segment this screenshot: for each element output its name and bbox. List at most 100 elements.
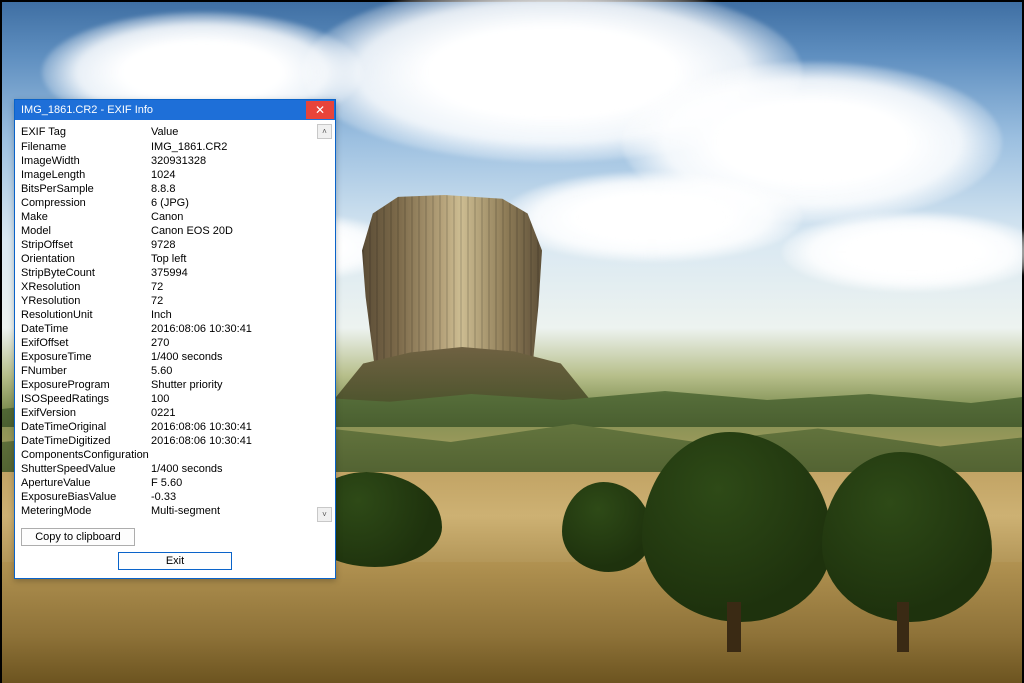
tree-trunk	[897, 602, 909, 652]
exif-value: Top left	[151, 252, 331, 266]
exif-tag: ExifVersion	[21, 406, 151, 420]
exif-row[interactable]: FNumber5.60	[21, 364, 331, 378]
exif-value: Shutter priority	[151, 378, 331, 392]
exif-tag: StripByteCount	[21, 266, 151, 280]
cloud	[782, 212, 1024, 292]
exif-row[interactable]: ModelCanon EOS 20D	[21, 224, 331, 238]
exif-row[interactable]: XResolution72	[21, 280, 331, 294]
exif-tag: Orientation	[21, 252, 151, 266]
exif-value: 375994	[151, 266, 331, 280]
exif-value: 8.8.8	[151, 182, 331, 196]
exif-row[interactable]: BitsPerSample8.8.8	[21, 182, 331, 196]
exif-value: Canon	[151, 210, 331, 224]
exif-tag: ExposureProgram	[21, 378, 151, 392]
exif-value: Multi-segment	[151, 504, 331, 518]
exif-value: 9728	[151, 238, 331, 252]
exif-row[interactable]: ExifVersion0221	[21, 406, 331, 420]
image-viewer-viewport: IMG_1861.CR2 - EXIF Info ✕ EXIF Tag Valu…	[0, 0, 1024, 683]
exif-row[interactable]: ShutterSpeedValue1/400 seconds	[21, 462, 331, 476]
exif-row[interactable]: ApertureValueF 5.60	[21, 476, 331, 490]
exif-row[interactable]: ImageLength1024	[21, 168, 331, 182]
close-icon: ✕	[315, 104, 325, 116]
exif-row[interactable]: DateTimeDigitized2016:08:06 10:30:41	[21, 434, 331, 448]
exif-value: 5.60	[151, 364, 331, 378]
close-button[interactable]: ✕	[306, 101, 334, 119]
exif-tag: Filename	[21, 140, 151, 154]
exif-tag: ImageLength	[21, 168, 151, 182]
exif-row[interactable]: MakeCanon	[21, 210, 331, 224]
exif-tag: ExifOffset	[21, 336, 151, 350]
exif-value: 2016:08:06 10:30:41	[151, 434, 331, 448]
exif-row[interactable]: FilenameIMG_1861.CR2	[21, 140, 331, 154]
exif-value: 72	[151, 294, 331, 308]
exif-tag: FNumber	[21, 364, 151, 378]
exif-value	[151, 448, 331, 462]
exif-tag: ApertureValue	[21, 476, 151, 490]
exif-value: 1/400 seconds	[151, 350, 331, 364]
exif-value: 320931328	[151, 154, 331, 168]
exif-value: 6 (JPG)	[151, 196, 331, 210]
exif-row[interactable]: ExifOffset270	[21, 336, 331, 350]
exif-tag: ResolutionUnit	[21, 308, 151, 322]
exif-tag: DateTimeOriginal	[21, 420, 151, 434]
exif-value: IMG_1861.CR2	[151, 140, 331, 154]
exif-row[interactable]: DateTimeOriginal2016:08:06 10:30:41	[21, 420, 331, 434]
exif-tag: DateTimeDigitized	[21, 434, 151, 448]
column-header-value[interactable]: Value	[151, 126, 331, 138]
scrollbar[interactable]: ˄ ˅	[317, 124, 332, 522]
exif-row[interactable]: OrientationTop left	[21, 252, 331, 266]
exif-rows: FilenameIMG_1861.CR2ImageWidth320931328I…	[19, 140, 331, 522]
exif-value: 72	[151, 280, 331, 294]
exif-tag: Compression	[21, 196, 151, 210]
exif-tag: ComponentsConfiguration	[21, 448, 151, 462]
exif-tag: XResolution	[21, 280, 151, 294]
exif-row[interactable]: MeteringModeMulti-segment	[21, 504, 331, 518]
exif-value: 1/400 seconds	[151, 462, 331, 476]
exif-tag: Make	[21, 210, 151, 224]
exif-tag: StripOffset	[21, 238, 151, 252]
exif-value: Inch	[151, 308, 331, 322]
exif-row[interactable]: ISOSpeedRatings100	[21, 392, 331, 406]
exif-row[interactable]: ExposureProgramShutter priority	[21, 378, 331, 392]
scroll-up-icon[interactable]: ˄	[317, 124, 332, 139]
exif-tag: ExposureBiasValue	[21, 490, 151, 504]
exif-value: 100	[151, 392, 331, 406]
exif-value: 1024	[151, 168, 331, 182]
exif-tag: ImageWidth	[21, 154, 151, 168]
exif-row[interactable]: StripByteCount375994	[21, 266, 331, 280]
copy-to-clipboard-button[interactable]: Copy to clipboard	[21, 528, 135, 546]
exif-value: -0.33	[151, 490, 331, 504]
exif-tag: Model	[21, 224, 151, 238]
exif-info-dialog: IMG_1861.CR2 - EXIF Info ✕ EXIF Tag Valu…	[14, 99, 336, 579]
exif-tag: MeteringMode	[21, 504, 151, 518]
exif-tag: BitsPerSample	[21, 182, 151, 196]
exif-row[interactable]: YResolution72	[21, 294, 331, 308]
exif-row[interactable]: ComponentsConfiguration	[21, 448, 331, 462]
exif-value: Canon EOS 20D	[151, 224, 331, 238]
exif-tag: ShutterSpeedValue	[21, 462, 151, 476]
column-headers: EXIF Tag Value	[19, 124, 331, 140]
exif-row[interactable]: ImageWidth320931328	[21, 154, 331, 168]
dialog-button-row: Copy to clipboard	[15, 522, 335, 552]
column-header-tag[interactable]: EXIF Tag	[21, 126, 151, 138]
exif-value: 270	[151, 336, 331, 350]
tree-trunk	[727, 602, 741, 652]
exit-button[interactable]: Exit	[118, 552, 232, 570]
exif-tag: YResolution	[21, 294, 151, 308]
exif-tag: DateTime	[21, 322, 151, 336]
dialog-titlebar[interactable]: IMG_1861.CR2 - EXIF Info ✕	[15, 100, 335, 120]
exif-row[interactable]: ResolutionUnitInch	[21, 308, 331, 322]
exif-list: EXIF Tag Value FilenameIMG_1861.CR2Image…	[15, 120, 335, 522]
dialog-title: IMG_1861.CR2 - EXIF Info	[21, 104, 153, 116]
exif-value: 2016:08:06 10:30:41	[151, 420, 331, 434]
exif-value: 0221	[151, 406, 331, 420]
exif-row[interactable]: StripOffset9728	[21, 238, 331, 252]
exif-tag: ISOSpeedRatings	[21, 392, 151, 406]
exif-value: 2016:08:06 10:30:41	[151, 322, 331, 336]
exif-row[interactable]: ExposureBiasValue-0.33	[21, 490, 331, 504]
exif-tag: ExposureTime	[21, 350, 151, 364]
exif-row[interactable]: DateTime2016:08:06 10:30:41	[21, 322, 331, 336]
exif-row[interactable]: Compression6 (JPG)	[21, 196, 331, 210]
scroll-down-icon[interactable]: ˅	[317, 507, 332, 522]
exif-row[interactable]: ExposureTime1/400 seconds	[21, 350, 331, 364]
